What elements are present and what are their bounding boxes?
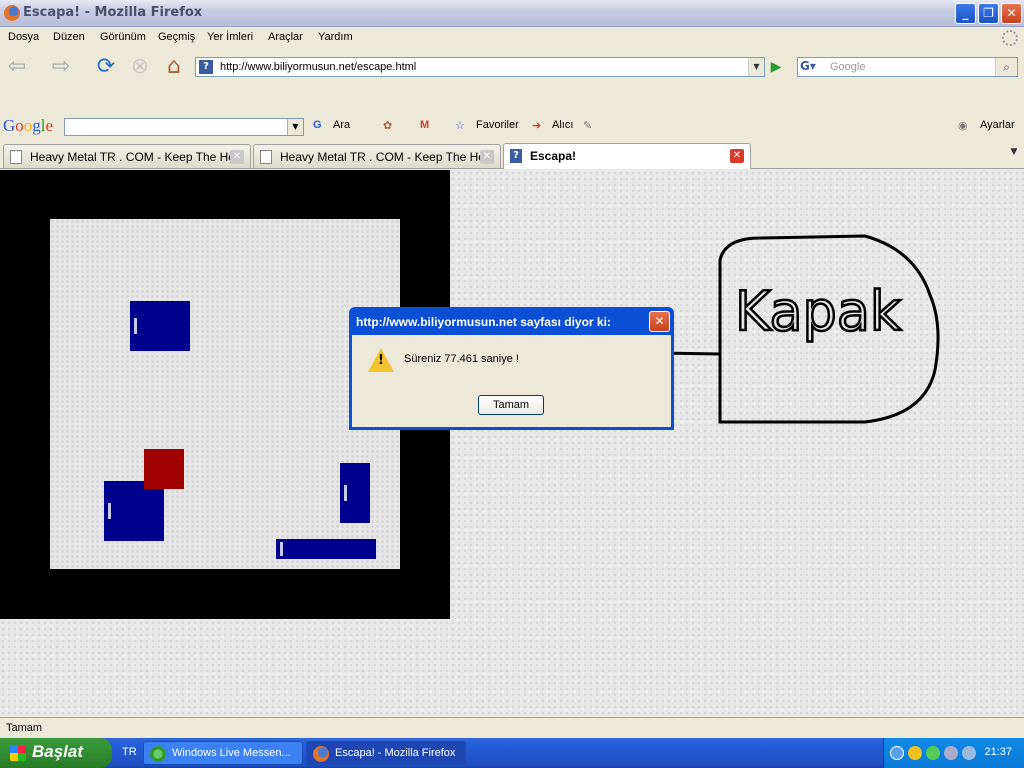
chevron-down-icon[interactable]: ▼ <box>287 119 303 135</box>
game-field <box>50 219 400 569</box>
handwritten-text: Kapak <box>735 280 902 343</box>
close-tab-icon[interactable]: ✕ <box>230 150 244 164</box>
google-search-input[interactable]: ▼ <box>64 118 304 136</box>
google-toolbar: Google ▼ G Ara ✿ M ☆ Favoriler ➔ Alıcı ✎… <box>0 112 1024 140</box>
favorites-button[interactable]: Favoriler <box>476 119 519 131</box>
go-button[interactable]: ▶ <box>766 57 786 77</box>
player-block[interactable] <box>144 449 184 489</box>
firefox-icon <box>313 746 329 762</box>
alici-button[interactable]: Alıcı <box>552 119 573 131</box>
url-bar[interactable]: ? http://www.biliyormusun.net/escape.htm… <box>195 57 765 77</box>
restore-button[interactable]: ❐ <box>978 3 999 24</box>
system-tray: 21:37 <box>883 738 1024 768</box>
warning-icon: ! <box>368 348 394 372</box>
send-icon: ➔ <box>532 120 542 132</box>
enemy-block <box>340 463 370 523</box>
pencil-icon[interactable]: ✎ <box>583 119 592 132</box>
star-icon: ☆ <box>455 120 465 132</box>
search-input[interactable]: G▾ Google ⌕ <box>797 57 1018 77</box>
list-all-tabs-icon[interactable]: ▼ <box>1006 147 1022 163</box>
settings-button[interactable]: Ayarlar <box>980 119 1015 131</box>
firefox-icon <box>4 5 20 21</box>
window-title: Escapa! - Mozilla Firefox <box>23 5 203 20</box>
gift-icon[interactable]: ✿ <box>383 119 392 132</box>
search-placeholder: Google <box>830 61 866 73</box>
messenger-tray-icon[interactable] <box>926 746 940 760</box>
security-shield-icon[interactable] <box>908 746 922 760</box>
menu-bar: Dosya Düzen Görünüm Geçmiş Yer İmleri Ar… <box>0 27 1024 49</box>
gmail-icon[interactable]: M <box>420 119 429 131</box>
task-label: Windows Live Messen... <box>172 747 291 759</box>
chevron-down-icon[interactable]: ▼ <box>748 58 764 76</box>
tab-heavy-metal-2[interactable]: Heavy Metal TR . COM - Keep The He... ✕ <box>253 144 501 168</box>
home-button[interactable]: ⌂ <box>161 54 187 80</box>
task-firefox[interactable]: Escapa! - Mozilla Firefox <box>306 741 466 765</box>
close-tab-icon[interactable]: ✕ <box>730 149 744 163</box>
language-indicator[interactable]: TR <box>122 746 137 758</box>
enemy-block <box>276 539 376 559</box>
dialog-title: http://www.biliyormusun.net sayfası diyo… <box>356 315 611 329</box>
close-dialog-button[interactable]: ✕ <box>649 311 670 332</box>
reload-button[interactable]: ⟳ <box>93 54 119 80</box>
ok-button[interactable]: Tamam <box>478 395 544 415</box>
site-icon: ? <box>199 60 213 74</box>
page-content: Kapak http://www.biliyormusun.net sayfas… <box>0 170 1024 716</box>
forward-button[interactable]: ⇨ <box>48 54 74 80</box>
tab-label: Heavy Metal TR . COM - Keep The He... <box>30 150 245 164</box>
menu-yardim[interactable]: Yardım <box>318 31 353 43</box>
menu-gecmis[interactable]: Geçmiş <box>158 31 195 43</box>
search-engine-icon[interactable]: G▾ <box>800 59 826 75</box>
menu-yer-imleri[interactable]: Yer İmleri <box>207 31 253 43</box>
enemy-block <box>130 301 190 351</box>
google-g-icon: G <box>313 119 322 131</box>
dialog-body: ! Süreniz 77.461 saniye ! Tamam <box>352 335 671 427</box>
taskbar: Başlat TR Windows Live Messen... Escapa!… <box>0 738 1024 768</box>
navigation-toolbar: ⇦ ⇨ ⟳ ⊗ ⌂ ? http://www.biliyormusun.net/… <box>0 49 1024 87</box>
menu-gorunum[interactable]: Görünüm <box>100 31 146 43</box>
search-icon[interactable]: ⌕ <box>995 58 1017 76</box>
tab-label: Escapa! <box>530 149 577 163</box>
volume-icon[interactable] <box>962 746 976 760</box>
throbber-icon <box>1002 30 1018 46</box>
stop-button[interactable]: ⊗ <box>127 54 153 80</box>
settings-icon: ◉ <box>958 120 968 132</box>
network-icon[interactable] <box>944 746 958 760</box>
windows-logo-icon <box>10 745 26 761</box>
enemy-block <box>104 481 164 541</box>
close-tab-icon[interactable]: ✕ <box>480 150 494 164</box>
google-logo: Google <box>3 116 54 135</box>
menu-duzen[interactable]: Düzen <box>53 31 85 43</box>
close-window-button[interactable]: ✕ <box>1001 3 1022 24</box>
page-icon <box>260 150 272 164</box>
site-icon: ? <box>510 149 522 163</box>
url-text: http://www.biliyormusun.net/escape.html <box>220 61 417 73</box>
messenger-icon <box>150 746 166 762</box>
start-label: Başlat <box>32 742 84 761</box>
tab-label: Heavy Metal TR . COM - Keep The He... <box>280 150 495 164</box>
clock[interactable]: 21:37 <box>984 746 1012 758</box>
status-bar: Tamam <box>0 717 1024 738</box>
start-button[interactable]: Başlat <box>0 738 112 768</box>
tab-heavy-metal-1[interactable]: Heavy Metal TR . COM - Keep The He... ✕ <box>3 144 251 168</box>
tab-bar: Heavy Metal TR . COM - Keep The He... ✕ … <box>0 141 1024 169</box>
back-button[interactable]: ⇦ <box>4 54 30 80</box>
alert-dialog: http://www.biliyormusun.net sayfası diyo… <box>349 307 674 430</box>
status-text: Tamam <box>6 722 43 734</box>
task-windows-live-messenger[interactable]: Windows Live Messen... <box>143 741 303 765</box>
window-title-bar[interactable]: Escapa! - Mozilla Firefox _ ❐ ✕ <box>0 0 1024 27</box>
google-search-button[interactable]: Ara <box>333 119 350 131</box>
show-hidden-icons-icon[interactable] <box>890 746 904 760</box>
menu-araclar[interactable]: Araçlar <box>268 31 303 43</box>
dialog-message: Süreniz 77.461 saniye ! <box>404 353 519 365</box>
task-label: Escapa! - Mozilla Firefox <box>335 747 456 759</box>
tab-escapa[interactable]: ? Escapa! ✕ <box>503 143 751 169</box>
menu-dosya[interactable]: Dosya <box>8 31 39 43</box>
minimize-button[interactable]: _ <box>955 3 976 24</box>
page-icon <box>10 150 22 164</box>
